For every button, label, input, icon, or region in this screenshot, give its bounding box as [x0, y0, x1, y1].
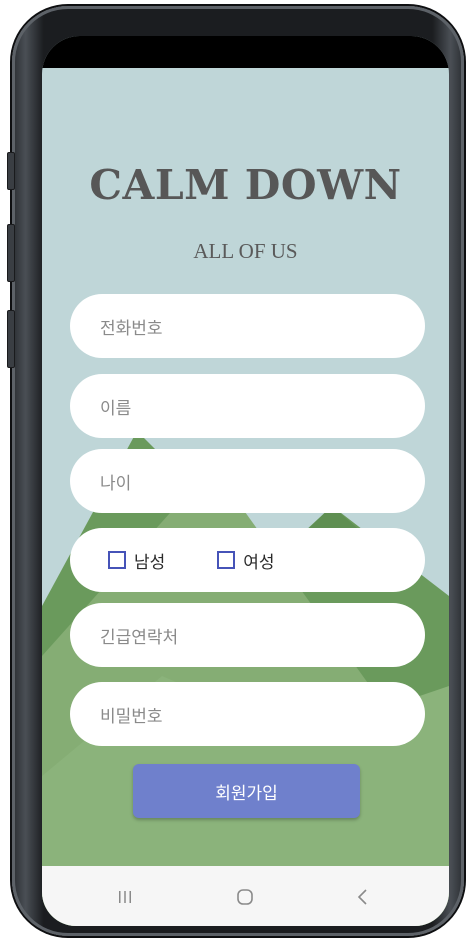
app-title: CALM DOWN — [89, 161, 402, 209]
password-placeholder: 비밀번호 — [100, 706, 163, 727]
recent-apps-icon[interactable] — [110, 886, 140, 908]
age-placeholder: 나이 — [100, 473, 132, 494]
back-icon[interactable] — [348, 886, 378, 908]
female-label: 여성 — [243, 552, 275, 573]
app-screen: CALM DOWN ALL OF US 전화번호 이름 나이 남성 여성 긴급연… — [42, 36, 449, 926]
signup-button[interactable]: 회원가입 — [133, 764, 360, 818]
power-button — [7, 310, 15, 368]
volume-button-2 — [7, 224, 15, 282]
gender-field: 남성 여성 — [70, 528, 425, 592]
name-placeholder: 이름 — [100, 398, 132, 419]
phone-placeholder: 전화번호 — [100, 318, 163, 339]
home-icon[interactable] — [230, 886, 260, 908]
system-nav-bar — [42, 866, 449, 926]
age-field[interactable]: 나이 — [70, 449, 425, 513]
name-field[interactable]: 이름 — [70, 374, 425, 438]
volume-button-1 — [7, 152, 15, 190]
female-checkbox[interactable]: 여성 — [217, 548, 275, 573]
password-field[interactable]: 비밀번호 — [70, 682, 425, 746]
male-checkbox-box[interactable] — [108, 551, 126, 569]
signup-label: 회원가입 — [215, 783, 278, 804]
emergency-contact-field[interactable]: 긴급연락처 — [70, 603, 425, 667]
male-label: 남성 — [134, 552, 166, 573]
male-checkbox[interactable]: 남성 — [108, 548, 165, 573]
app-subtitle: ALL OF US — [193, 239, 298, 263]
phone-field[interactable]: 전화번호 — [70, 294, 425, 358]
emergency-contact-placeholder: 긴급연락처 — [100, 627, 179, 648]
female-checkbox-box[interactable] — [217, 551, 236, 569]
